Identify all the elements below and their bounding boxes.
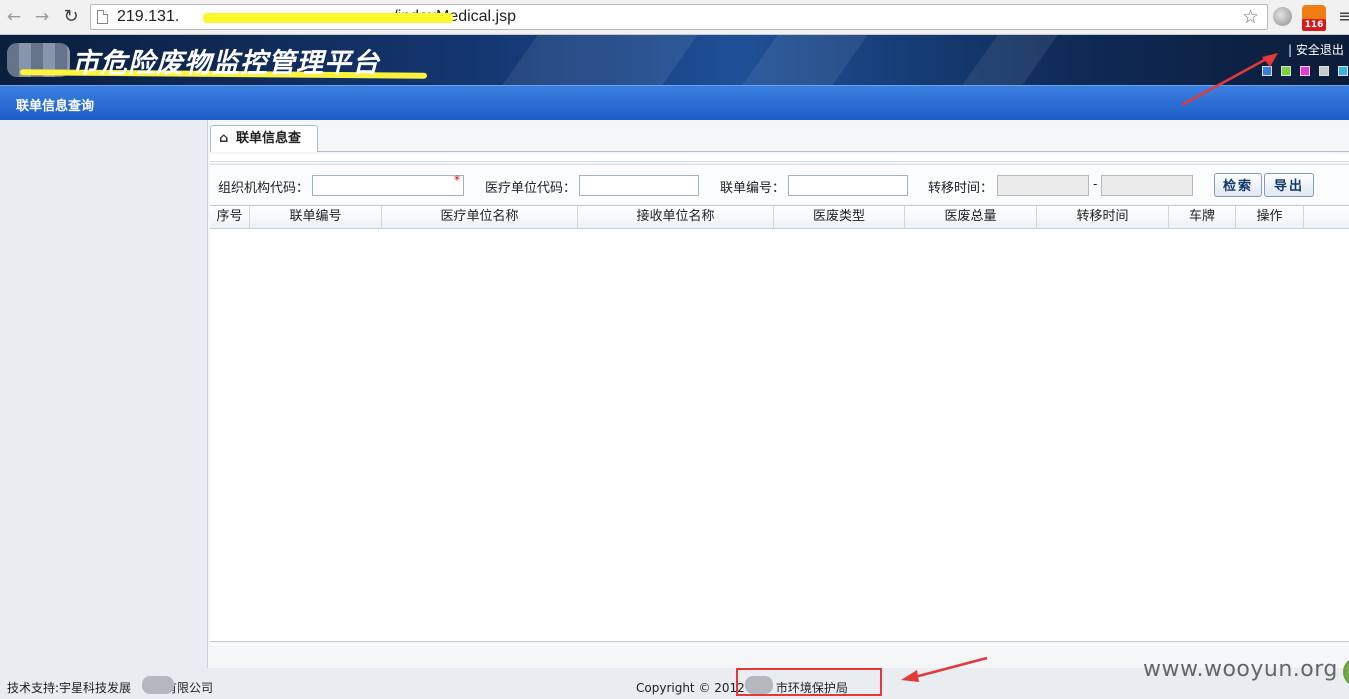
required-mark: *: [454, 173, 460, 187]
transfer-time-to-input[interactable]: [1101, 175, 1193, 196]
column-header-plate[interactable]: 车牌: [1169, 206, 1236, 229]
column-header-actions[interactable]: 操作: [1236, 206, 1304, 229]
banner-decoration: [742, 35, 868, 85]
page-icon: [97, 10, 108, 24]
theme-swatch-pink[interactable]: [1300, 66, 1310, 76]
bookmark-star-icon[interactable]: ☆: [1242, 6, 1259, 28]
search-button[interactable]: 检索: [1214, 173, 1262, 197]
support-redaction: [142, 676, 174, 694]
rss-badge: 116: [1302, 19, 1326, 31]
theme-swatch-gray[interactable]: [1319, 66, 1329, 76]
medical-code-input[interactable]: [579, 175, 699, 196]
org-code-input[interactable]: [312, 175, 464, 196]
column-header-index[interactable]: 序号: [210, 206, 250, 229]
medical-code-label: 医疗单位代码：: [485, 181, 577, 196]
banner-decoration: [502, 35, 698, 85]
manifest-table: 序号 联单编号 医疗单位名称 接收单位名称 医废类型 医废总量 转移时间 车牌 …: [210, 205, 1349, 642]
tab-label: 联单信息查: [236, 131, 302, 146]
home-icon: ⌂: [219, 131, 229, 146]
forward-icon[interactable]: →: [31, 6, 53, 28]
annotation-box: [736, 668, 882, 696]
theme-swatch-green[interactable]: [1281, 66, 1291, 76]
menu-icon[interactable]: ≡: [1338, 8, 1349, 26]
transfer-time-from-input[interactable]: [997, 175, 1089, 196]
left-panel: [0, 120, 207, 670]
manifest-no-label: 联单编号：: [720, 181, 786, 196]
column-header-waste-total[interactable]: 医废总量: [905, 206, 1037, 229]
table-header: 序号 联单编号 医疗单位名称 接收单位名称 医废类型 医废总量 转移时间 车牌 …: [210, 206, 1349, 229]
theme-swatch-blue[interactable]: [1262, 66, 1272, 76]
site-banner: 市危险废物监控管理平台 | 安全退出: [0, 35, 1349, 85]
globe-icon[interactable]: [1273, 7, 1292, 26]
transfer-time-label: 转移时间：: [928, 181, 994, 196]
tab-bar: ⌂ 联单信息查: [210, 124, 1349, 152]
nav-section-title[interactable]: 联单信息查询: [16, 95, 94, 114]
banner-decoration: [962, 35, 1058, 85]
theme-swatch-cyan[interactable]: [1338, 66, 1348, 76]
toolbar-separator: [210, 154, 1349, 162]
watermark: www.wooyun.org: [1143, 657, 1338, 682]
manifest-no-input[interactable]: [788, 175, 908, 196]
address-bar[interactable]: 219.131./indexMedical.jsp ☆: [90, 4, 1268, 30]
column-header-receiving-unit[interactable]: 接收单位名称: [578, 206, 774, 229]
search-form: 组织机构代码： * 医疗单位代码： 联单编号： 转移时间： - 检索 导出: [210, 164, 1349, 204]
org-code-label: 组织机构代码：: [218, 181, 310, 196]
back-icon[interactable]: ←: [3, 6, 25, 28]
column-header-medical-unit[interactable]: 医疗单位名称: [382, 206, 578, 229]
nav-bar: 联单信息查询: [0, 85, 1349, 120]
column-header-manifest-no[interactable]: 联单编号: [250, 206, 382, 229]
tech-support-text: 技术支持:宇星科技发展 有限公司: [7, 681, 214, 695]
column-header-transfer-time[interactable]: 转移时间: [1037, 206, 1169, 229]
browser-toolbar: ← → ↻ 219.131./indexMedical.jsp ☆ 116 ≡: [0, 0, 1349, 35]
content-area: ⌂ 联单信息查 组织机构代码： * 医疗单位代码： 联单编号： 转移时间： - …: [207, 120, 1349, 668]
reload-icon[interactable]: ↻: [60, 6, 82, 28]
platform-title: 市危险废物监控管理平台: [72, 48, 380, 79]
url-redaction: [203, 13, 453, 23]
logout-link[interactable]: | 安全退出: [1288, 41, 1344, 58]
export-button[interactable]: 导出: [1264, 173, 1314, 197]
column-header-waste-type[interactable]: 医废类型: [774, 206, 905, 229]
tab-manifest-query[interactable]: ⌂ 联单信息查: [210, 125, 318, 152]
range-separator: -: [1093, 177, 1098, 191]
